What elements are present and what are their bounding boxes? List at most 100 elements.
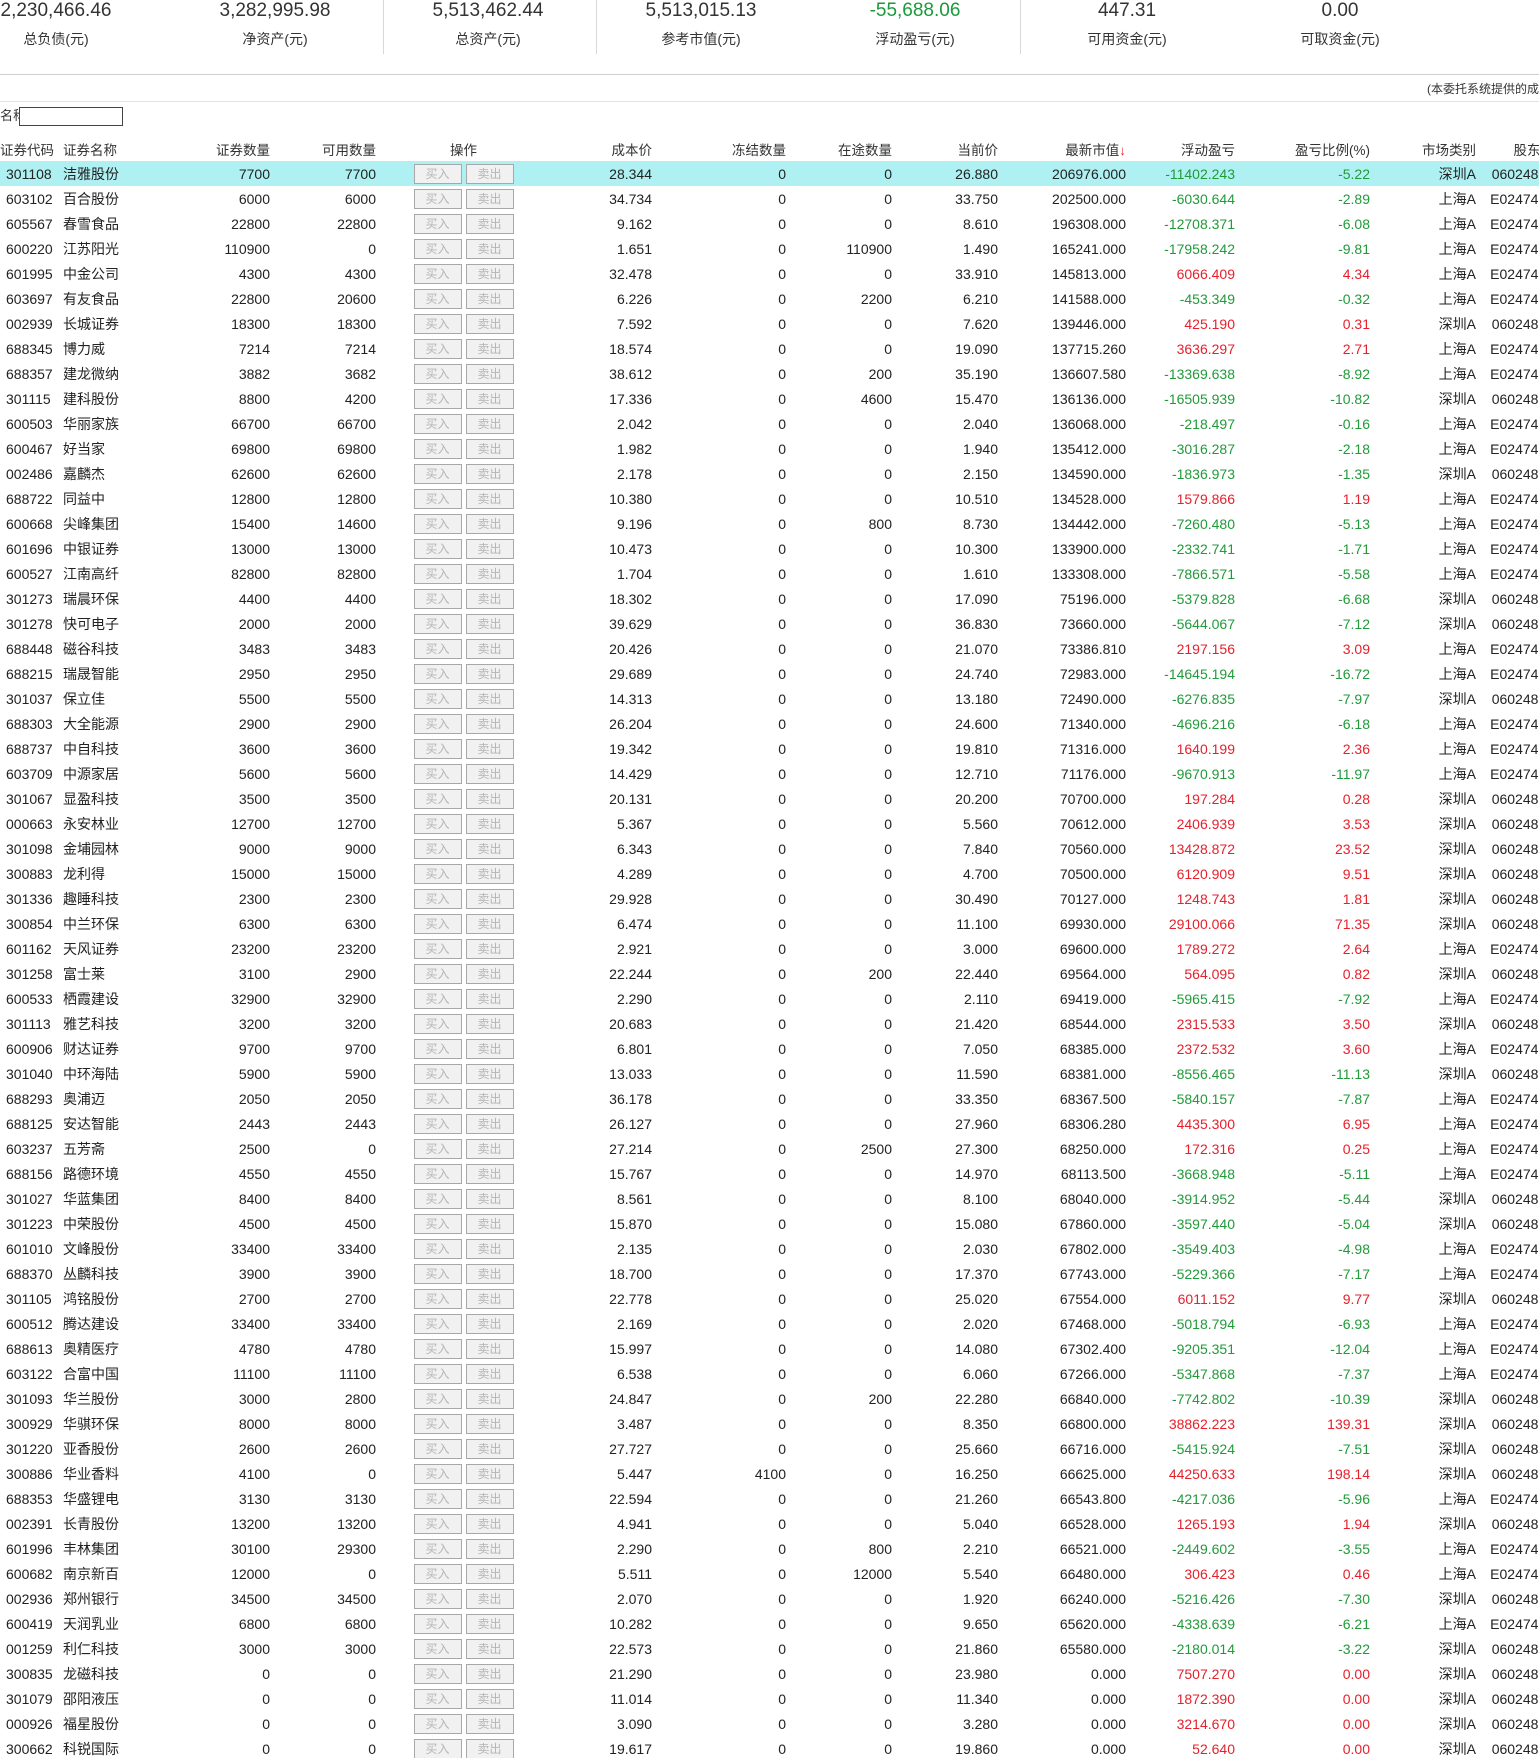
buy-button[interactable]: 买入 — [413, 813, 462, 834]
sell-button[interactable]: 卖出 — [465, 1063, 514, 1084]
sell-button[interactable]: 卖出 — [465, 1613, 514, 1634]
buy-button[interactable]: 买入 — [413, 1638, 462, 1659]
buy-button[interactable]: 买入 — [413, 1538, 462, 1559]
buy-button[interactable]: 买入 — [413, 1713, 462, 1734]
table-row[interactable]: 301093 华兰股份 3000 2800 买入 卖出 24.847 0 200 22.280 66… — [0, 1386, 1539, 1411]
sell-button[interactable]: 卖出 — [465, 588, 514, 609]
sell-button[interactable]: 卖出 — [465, 163, 514, 184]
buy-button[interactable]: 买入 — [413, 588, 462, 609]
sell-button[interactable]: 卖出 — [465, 888, 514, 909]
sell-button[interactable]: 卖出 — [465, 438, 514, 459]
table-row[interactable]: 600220 江苏阳光 110900 0 买入 卖出 1.651 0 110900 1.490 16… — [0, 236, 1539, 261]
table-row[interactable]: 002391 长青股份 13200 13200 买入 卖出 4.941 0 0 5.040 6652… — [0, 1511, 1539, 1536]
table-row[interactable]: 600682 南京新百 12000 0 买入 卖出 5.511 0 12000 5.540 6648… — [0, 1561, 1539, 1586]
buy-button[interactable]: 买入 — [413, 663, 462, 684]
buy-button[interactable]: 买入 — [413, 613, 462, 634]
buy-button[interactable]: 买入 — [413, 1138, 462, 1159]
table-row[interactable]: 300662 科锐国际 0 0 买入 卖出 19.617 0 0 19.860 0.000 52.64… — [0, 1736, 1539, 1758]
col-header-name[interactable]: 证券名称 — [60, 136, 142, 161]
table-row[interactable]: 688303 大全能源 2900 2900 买入 卖出 26.204 0 0 24.600 7134… — [0, 711, 1539, 736]
table-row[interactable]: 688357 建龙微纳 3882 3682 买入 卖出 38.612 0 200 35.190 13… — [0, 361, 1539, 386]
buy-button[interactable]: 买入 — [413, 988, 462, 1009]
sell-button[interactable]: 卖出 — [465, 838, 514, 859]
sell-button[interactable]: 卖出 — [465, 1213, 514, 1234]
table-row[interactable]: 601010 文峰股份 33400 33400 买入 卖出 2.135 0 0 2.030 6780… — [0, 1236, 1539, 1261]
buy-button[interactable]: 买入 — [413, 1563, 462, 1584]
buy-button[interactable]: 买入 — [413, 1038, 462, 1059]
buy-button[interactable]: 买入 — [413, 1588, 462, 1609]
sell-button[interactable]: 卖出 — [465, 763, 514, 784]
sell-button[interactable]: 卖出 — [465, 1513, 514, 1534]
sell-button[interactable]: 卖出 — [465, 388, 514, 409]
sell-button[interactable]: 卖出 — [465, 263, 514, 284]
table-row[interactable]: 603122 合富中国 11100 11100 买入 卖出 6.538 0 0 6.060 6726… — [0, 1361, 1539, 1386]
table-row[interactable]: 301079 邵阳液压 0 0 买入 卖出 11.014 0 0 11.340 0.000 1872.… — [0, 1686, 1539, 1711]
sell-button[interactable]: 卖出 — [465, 1438, 514, 1459]
sell-button[interactable]: 卖出 — [465, 1538, 514, 1559]
sell-button[interactable]: 卖出 — [465, 1688, 514, 1709]
buy-button[interactable]: 买入 — [413, 1163, 462, 1184]
sell-button[interactable]: 卖出 — [465, 338, 514, 359]
buy-button[interactable]: 买入 — [413, 1213, 462, 1234]
table-row[interactable]: 600906 财达证券 9700 9700 买入 卖出 6.801 0 0 7.050 68385.… — [0, 1036, 1539, 1061]
table-row[interactable]: 688370 丛麟科技 3900 3900 买入 卖出 18.700 0 0 17.370 6774… — [0, 1261, 1539, 1286]
sell-button[interactable]: 卖出 — [465, 1188, 514, 1209]
sell-button[interactable]: 卖出 — [465, 1238, 514, 1259]
buy-button[interactable]: 买入 — [413, 938, 462, 959]
table-row[interactable]: 600512 腾达建设 33400 33400 买入 卖出 2.169 0 0 2.020 6746… — [0, 1311, 1539, 1336]
sell-button[interactable]: 卖出 — [465, 563, 514, 584]
table-row[interactable]: 600503 华丽家族 66700 66700 买入 卖出 2.042 0 0 2.040 1360… — [0, 411, 1539, 436]
table-row[interactable]: 300929 华骐环保 8000 8000 买入 卖出 3.487 0 0 8.350 66800.… — [0, 1411, 1539, 1436]
sell-button[interactable]: 卖出 — [465, 238, 514, 259]
sell-button[interactable]: 卖出 — [465, 513, 514, 534]
table-row[interactable]: 300854 中兰环保 6300 6300 买入 卖出 6.474 0 0 11.100 69930… — [0, 911, 1539, 936]
buy-button[interactable]: 买入 — [413, 1263, 462, 1284]
table-row[interactable]: 002486 嘉麟杰 62600 62600 买入 卖出 2.178 0 0 2.150 13459… — [0, 461, 1539, 486]
buy-button[interactable]: 买入 — [413, 1088, 462, 1109]
buy-button[interactable]: 买入 — [413, 963, 462, 984]
buy-button[interactable]: 买入 — [413, 688, 462, 709]
table-row[interactable]: 301115 建科股份 8800 4200 买入 卖出 17.336 0 4600 15.470 1… — [0, 386, 1539, 411]
sell-button[interactable]: 卖出 — [465, 788, 514, 809]
buy-button[interactable]: 买入 — [413, 1188, 462, 1209]
table-row[interactable]: 601696 中银证券 13000 13000 买入 卖出 10.473 0 0 10.300 13… — [0, 536, 1539, 561]
table-row[interactable]: 688737 中自科技 3600 3600 买入 卖出 19.342 0 0 19.810 7131… — [0, 736, 1539, 761]
table-row[interactable]: 301220 亚香股份 2600 2600 买入 卖出 27.727 0 0 25.660 6671… — [0, 1436, 1539, 1461]
col-header-avail[interactable]: 可用数量 — [273, 136, 379, 161]
table-row[interactable]: 600533 栖霞建设 32900 32900 买入 卖出 2.290 0 0 2.110 6941… — [0, 986, 1539, 1011]
col-header-cost[interactable]: 成本价 — [548, 136, 655, 161]
table-row[interactable]: 600419 天润乳业 6800 6800 买入 卖出 10.282 0 0 9.650 65620… — [0, 1611, 1539, 1636]
sell-button[interactable]: 卖出 — [465, 1463, 514, 1484]
sell-button[interactable]: 卖出 — [465, 1163, 514, 1184]
table-row[interactable]: 688156 路德环境 4550 4550 买入 卖出 15.767 0 0 14.970 6811… — [0, 1161, 1539, 1186]
buy-button[interactable]: 买入 — [413, 1238, 462, 1259]
table-row[interactable]: 301113 雅艺科技 3200 3200 买入 卖出 20.683 0 0 21.420 6854… — [0, 1011, 1539, 1036]
table-row[interactable]: 603237 五芳斋 2500 0 买入 卖出 27.214 0 2500 27.300 68250… — [0, 1136, 1539, 1161]
table-row[interactable]: 600467 好当家 69800 69800 买入 卖出 1.982 0 0 1.940 13541… — [0, 436, 1539, 461]
buy-button[interactable]: 买入 — [413, 488, 462, 509]
buy-button[interactable]: 买入 — [413, 438, 462, 459]
sell-button[interactable]: 卖出 — [465, 1288, 514, 1309]
col-header-holder[interactable]: 股东代 — [1479, 136, 1539, 161]
table-row[interactable]: 301027 华蓝集团 8400 8400 买入 卖出 8.561 0 0 8.100 68040.… — [0, 1186, 1539, 1211]
table-row[interactable]: 688722 同益中 12800 12800 买入 卖出 10.380 0 0 10.510 134… — [0, 486, 1539, 511]
buy-button[interactable]: 买入 — [413, 713, 462, 734]
buy-button[interactable]: 买入 — [413, 388, 462, 409]
sell-button[interactable]: 卖出 — [465, 913, 514, 934]
table-row[interactable]: 600527 江南高纤 82800 82800 买入 卖出 1.704 0 0 1.610 1333… — [0, 561, 1539, 586]
sell-button[interactable]: 卖出 — [465, 1363, 514, 1384]
sell-button[interactable]: 卖出 — [465, 663, 514, 684]
table-row[interactable]: 001259 利仁科技 3000 3000 买入 卖出 22.573 0 0 21.860 6558… — [0, 1636, 1539, 1661]
buy-button[interactable]: 买入 — [413, 238, 462, 259]
table-row[interactable]: 301067 显盈科技 3500 3500 买入 卖出 20.131 0 0 20.200 7070… — [0, 786, 1539, 811]
table-row[interactable]: 605567 春雪食品 22800 22800 买入 卖出 9.162 0 0 8.610 1963… — [0, 211, 1539, 236]
buy-button[interactable]: 买入 — [413, 163, 462, 184]
buy-button[interactable]: 买入 — [413, 1513, 462, 1534]
sell-button[interactable]: 卖出 — [465, 938, 514, 959]
col-header-market[interactable]: 市场类别 — [1373, 136, 1479, 161]
buy-button[interactable]: 买入 — [413, 913, 462, 934]
sell-button[interactable]: 卖出 — [465, 613, 514, 634]
col-header-pct[interactable]: 盈亏比例(%) — [1238, 136, 1373, 161]
col-header-pl[interactable]: 浮动盈亏 — [1129, 136, 1238, 161]
sell-button[interactable]: 卖出 — [465, 363, 514, 384]
